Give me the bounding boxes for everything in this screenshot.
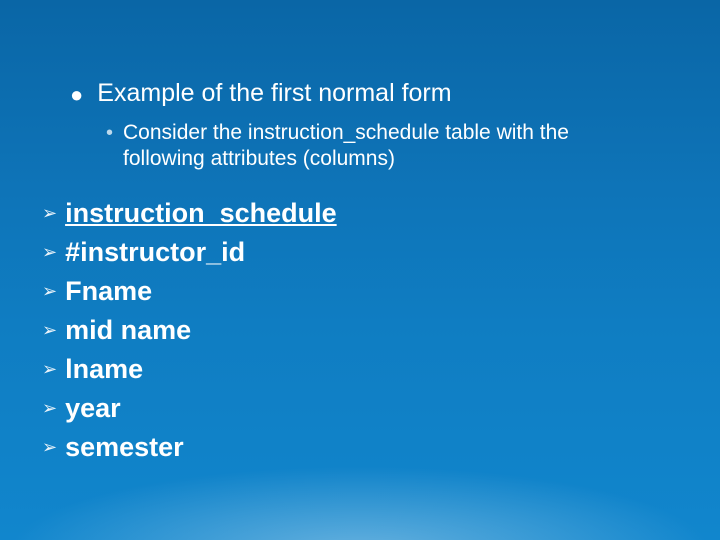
list-item: ➢Fname <box>42 274 337 309</box>
level1-line: ● Example of the first normal form <box>70 78 680 110</box>
level2-line: • Consider the instruction_schedule tabl… <box>106 120 680 172</box>
arrow-list: ➢instruction_schedule➢#instructor_id➢Fna… <box>42 196 337 469</box>
list-item: ➢#instructor_id <box>42 235 337 270</box>
list-item-text: mid name <box>65 313 191 348</box>
arrow-icon: ➢ <box>42 235 57 270</box>
level2-text: Consider the instruction_schedule table … <box>123 120 643 172</box>
arrow-icon: ➢ <box>42 274 57 309</box>
content-block: ● Example of the first normal form • Con… <box>70 78 680 172</box>
arrow-icon: ➢ <box>42 430 57 465</box>
list-item-text: #instructor_id <box>65 235 245 270</box>
slide: ● Example of the first normal form • Con… <box>0 0 720 540</box>
list-item-text: semester <box>65 430 184 465</box>
list-item: ➢semester <box>42 430 337 465</box>
bullet-dot-icon: ● <box>70 80 83 110</box>
bullet-disc-icon: • <box>106 120 113 146</box>
list-item-text: lname <box>65 352 143 387</box>
list-item: ➢mid name <box>42 313 337 348</box>
arrow-icon: ➢ <box>42 352 57 387</box>
list-item-text: year <box>65 391 121 426</box>
arrow-icon: ➢ <box>42 196 57 231</box>
list-item: ➢instruction_schedule <box>42 196 337 231</box>
arrow-icon: ➢ <box>42 313 57 348</box>
list-item: ➢year <box>42 391 337 426</box>
level1-text: Example of the first normal form <box>97 78 451 108</box>
list-item: ➢lname <box>42 352 337 387</box>
arrow-icon: ➢ <box>42 391 57 426</box>
list-item-text: instruction_schedule <box>65 196 337 231</box>
list-item-text: Fname <box>65 274 152 309</box>
